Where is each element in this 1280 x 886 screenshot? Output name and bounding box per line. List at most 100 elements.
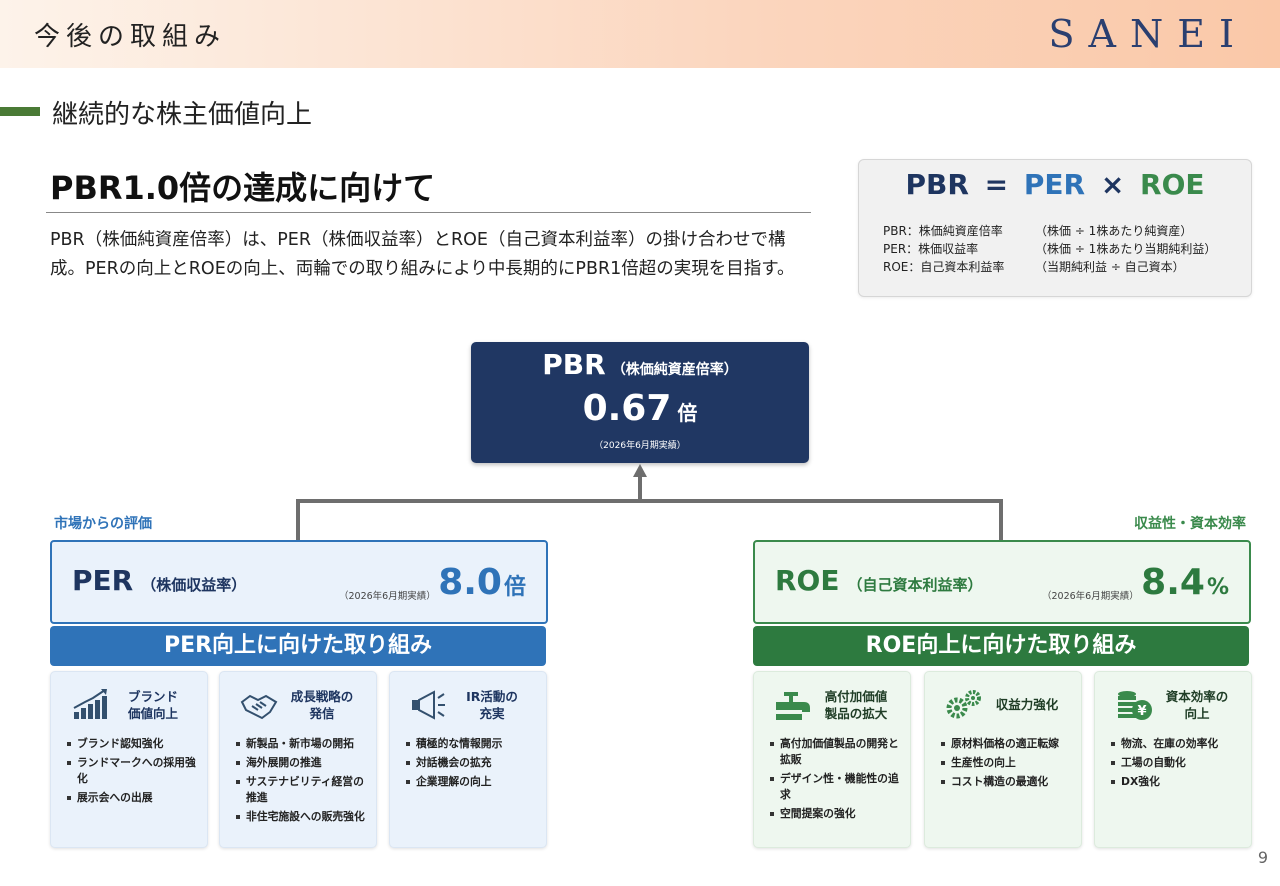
definition-formula: （当期純利益 ÷ 自己資本）	[1035, 260, 1185, 274]
list-item: ブランド認知強化	[65, 736, 201, 752]
initiative-card-high-value: 高付加価値 製品の拡大 高付加価値製品の開発と拡販 デザイン性・機能性の追求 空…	[753, 671, 911, 848]
card-item-list: 高付加価値製品の開発と拡販 デザイン性・機能性の追求 空間提案の強化	[768, 736, 904, 825]
faucet-icon	[776, 692, 810, 720]
heading-divider	[46, 212, 811, 213]
list-item: 物流、在庫の効率化	[1109, 736, 1245, 752]
list-item: DX強化	[1109, 774, 1245, 790]
intro-text: PBR（株価純資産倍率）は、PER（株価収益率）とROE（自己資本利益率）の掛け…	[50, 230, 795, 279]
roe-note: （2026年6月期実績）	[1042, 591, 1139, 602]
per-category-label: 市場からの評価	[54, 516, 152, 532]
connector-vertical-right	[999, 499, 1003, 540]
initiative-card-growth: 成長戦略の 発信 新製品・新市場の開拓 海外展開の推進 サステナビリティ経営の推…	[219, 671, 377, 848]
main-heading: PBR1.0倍の達成に向けて	[50, 169, 436, 207]
card-title: 成長戦略の 発信	[290, 689, 354, 721]
page-number: 9	[1257, 848, 1268, 867]
list-item: 生産性の向上	[939, 755, 1075, 771]
list-item: 空間提案の強化	[768, 806, 904, 822]
list-item: 対話機会の拡充	[404, 755, 540, 771]
roe-initiatives-band: ROE向上に向けた取り組み	[753, 626, 1249, 666]
formula-roe: ROE	[1140, 168, 1205, 201]
per-sub-label: （株価収益率）	[141, 576, 247, 594]
definition-name: ROE：自己資本利益率	[883, 260, 1005, 274]
list-item: 原材料価格の適正転嫁	[939, 736, 1075, 752]
per-label: PER	[72, 564, 134, 597]
per-unit: 倍	[503, 575, 526, 600]
roe-sub-label: （自己資本利益率）	[847, 576, 983, 594]
definition-formula: （株価 ÷ 1株あたり純資産）	[1035, 224, 1193, 238]
gears-icon	[946, 690, 981, 719]
card-item-list: 新製品・新市場の開拓 海外展開の推進 サステナビリティ経営の推進 非住宅施設への…	[234, 736, 370, 828]
list-item: 新製品・新市場の開拓	[234, 736, 370, 752]
card-title: 資本効率の 向上	[1165, 689, 1229, 721]
coins-yen-icon: ¥	[1118, 691, 1152, 720]
roe-label: ROE	[775, 564, 840, 597]
card-title: 収益力強化	[995, 697, 1059, 712]
pbr-unit: 倍	[677, 401, 698, 425]
card-title: IR活動の 充実	[466, 689, 518, 721]
initiative-card-brand: ブランド 価値向上 ブランド認知強化 ランドマークへの採用強化 展示会への出展	[50, 671, 208, 848]
list-item: 高付加価値製品の開発と拡販	[768, 736, 904, 768]
roe-number: 8.4	[1141, 562, 1205, 603]
list-item: ランドマークへの採用強化	[65, 755, 201, 787]
pbr-value: 0.67 倍	[471, 388, 809, 429]
per-metric-box: PER （株価収益率） （2026年6月期実績） 8.0倍	[50, 540, 548, 624]
card-item-list: 物流、在庫の効率化 工場の自動化 DX強化	[1109, 736, 1245, 793]
connector-horizontal	[296, 499, 1003, 503]
roe-value: 8.4%	[1141, 562, 1229, 603]
pbr-box: PBR （株価純資産倍率） 0.67 倍 （2026年6月期実績）	[471, 342, 809, 463]
megaphone-icon	[412, 690, 445, 720]
formula-per: PER	[1023, 168, 1086, 201]
list-item: 展示会への出展	[65, 790, 201, 806]
pbr-formula: PBR = PER × ROE	[859, 168, 1251, 201]
definition-row: PBR：株価純資産倍率 （株価 ÷ 1株あたり純資産）	[883, 222, 1192, 239]
definition-formula: （株価 ÷ 1株あたり当期純利益）	[1035, 242, 1217, 256]
formula-pbr: PBR	[905, 168, 969, 201]
pbr-number: 0.67	[582, 388, 672, 429]
per-number: 8.0	[438, 562, 502, 603]
formula-equals: =	[984, 168, 1009, 201]
definition-name: PER：株価収益率	[883, 242, 979, 256]
card-item-list: 積極的な情報開示 対話機会の拡充 企業理解の向上	[404, 736, 540, 793]
definition-row: ROE：自己資本利益率 （当期純利益 ÷ 自己資本）	[883, 258, 1185, 275]
per-note: （2026年6月期実績）	[339, 591, 436, 602]
list-item: デザイン性・機能性の追求	[768, 771, 904, 803]
connector-vertical-center	[638, 475, 642, 502]
per-name: PER （株価収益率）	[72, 564, 246, 597]
pbr-title: PBR （株価純資産倍率）	[471, 348, 809, 381]
list-item: 非住宅施設への販売強化	[234, 809, 370, 825]
per-value: 8.0倍	[438, 562, 526, 603]
handshake-icon	[240, 694, 278, 720]
definition-row: PER：株価収益率 （株価 ÷ 1株あたり当期純利益）	[883, 240, 1216, 257]
pbr-note: （2026年6月期実績）	[594, 441, 686, 451]
definition-name: PBR：株価純資産倍率	[883, 224, 1003, 238]
list-item: 企業理解の向上	[404, 774, 540, 790]
bar-chart-icon	[73, 689, 107, 719]
header-title: 今後の取組み	[34, 22, 227, 52]
roe-metric-box: ROE （自己資本利益率） （2026年6月期実績） 8.4%	[753, 540, 1251, 624]
initiative-card-ir: IR活動の 充実 積極的な情報開示 対話機会の拡充 企業理解の向上	[389, 671, 547, 848]
roe-name: ROE （自己資本利益率）	[775, 564, 983, 597]
initiative-card-profitability: 収益力強化 原材料価格の適正転嫁 生産性の向上 コスト構造の最適化	[924, 671, 1082, 848]
list-item: 海外展開の推進	[234, 755, 370, 771]
card-title: ブランド 価値向上	[127, 689, 178, 721]
sanei-logo: SANEI	[1048, 12, 1248, 56]
formula-times: ×	[1100, 168, 1125, 201]
slide-header: 今後の取組み SANEI	[0, 0, 1280, 68]
svg-text:¥: ¥	[1137, 704, 1146, 719]
card-item-list: ブランド認知強化 ランドマークへの採用強化 展示会への出展	[65, 736, 201, 809]
card-item-list: 原材料価格の適正転嫁 生産性の向上 コスト構造の最適化	[939, 736, 1075, 793]
connector-vertical-left	[296, 499, 300, 540]
list-item: 工場の自動化	[1109, 755, 1245, 771]
arrow-up-icon	[633, 464, 647, 477]
list-item: コスト構造の最適化	[939, 774, 1075, 790]
pbr-label: PBR	[542, 348, 606, 381]
section-marker	[0, 107, 40, 116]
per-initiatives-band: PER向上に向けた取り組み	[50, 626, 546, 666]
roe-unit: %	[1206, 575, 1229, 600]
initiative-card-capital-efficiency: ¥ 資本効率の 向上 物流、在庫の効率化 工場の自動化 DX強化	[1094, 671, 1252, 848]
card-title: 高付加価値 製品の拡大	[824, 689, 888, 721]
section-title: 継続的な株主価値向上	[52, 100, 313, 130]
roe-category-label: 収益性・資本効率	[1134, 516, 1246, 532]
list-item: 積極的な情報開示	[404, 736, 540, 752]
formula-box: PBR = PER × ROE PBR：株価純資産倍率 （株価 ÷ 1株あたり純資…	[858, 159, 1252, 297]
